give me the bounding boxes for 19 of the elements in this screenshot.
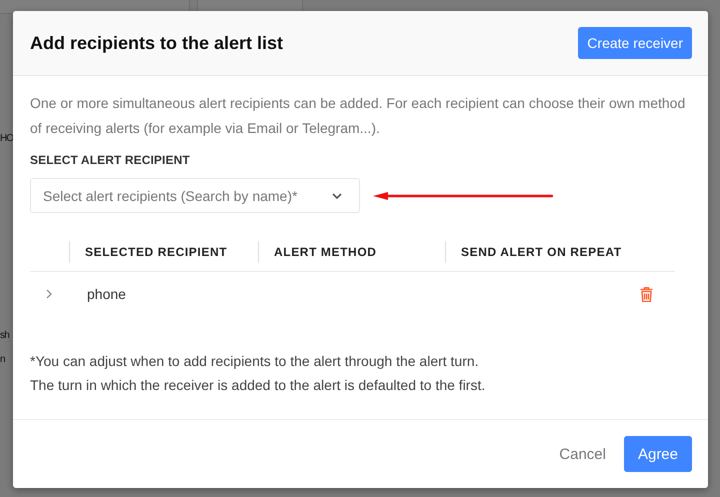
create-receiver-button[interactable]: Create receiver bbox=[578, 27, 692, 59]
agree-button[interactable]: Agree bbox=[624, 436, 692, 472]
background-text: n bbox=[0, 354, 5, 366]
table-cell: phone bbox=[87, 286, 126, 302]
trash-icon bbox=[640, 286, 653, 302]
note-text: *You can adjust when to add recipients to the alert through the alert turn. bbox=[30, 352, 480, 371]
chevron-down-icon bbox=[332, 193, 342, 199]
recipient-select[interactable]: Select alert recipients (Search by name)* bbox=[30, 178, 360, 213]
column-header: SELECTED RECIPIENT bbox=[69, 241, 258, 263]
delete-button[interactable] bbox=[640, 286, 653, 302]
background-text: sh bbox=[0, 330, 9, 342]
description: One or more simultaneous alert recipients can be added. For each recipient can choose their own method of receiving alerts (for example via Email or Telegram...). bbox=[30, 94, 686, 138]
column-header: SEND ALERT ON REPEAT bbox=[445, 241, 675, 263]
dialog-title: Add recipients to the alert list bbox=[30, 32, 284, 54]
column-header: ALERT METHOD bbox=[258, 241, 445, 263]
note-text: The turn in which the receiver is added to the alert is defaulted to the first. bbox=[30, 376, 486, 395]
field-label: SELECT ALERT RECIPIENT bbox=[30, 153, 191, 167]
cancel-button[interactable]: Cancel bbox=[547, 436, 618, 472]
chevron-icon bbox=[46, 289, 52, 299]
